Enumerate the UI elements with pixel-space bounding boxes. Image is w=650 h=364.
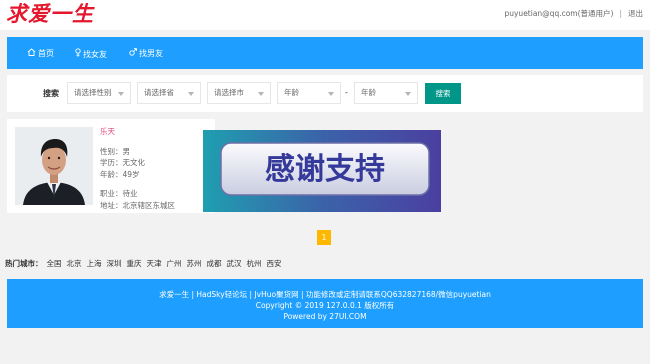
footer-link[interactable]: 求爱一生 [159,290,189,299]
city-link[interactable]: 上海 [87,259,102,268]
footer-powered-by[interactable]: Powered by 27UI.COM [7,312,643,321]
city-link[interactable]: 深圳 [107,259,122,268]
gender-select[interactable]: 请选择性别 [67,82,131,104]
chevron-down-icon [188,92,194,96]
age-to-select[interactable]: 年龄 [354,82,418,104]
city-link[interactable]: 武汉 [227,259,242,268]
footer-link[interactable]: 功能修改或定制请联系QQ632827168/微信puyuetian [306,290,491,299]
hot-cities-label: 热门城市： [5,259,43,268]
city-link[interactable]: 广州 [167,259,182,268]
profile-address: 地址：北京辖区东城区 [100,200,175,210]
user-area: puyuetian@qq.com(普通用户) | 退出 [504,8,643,19]
province-select-placeholder: 请选择省 [144,88,174,97]
gender-select-placeholder: 请选择性别 [74,88,112,97]
user-email[interactable]: puyuetian@qq.com(普通用户) [504,9,613,18]
hot-cities: 热门城市： 全国 北京 上海 深圳 重庆 天津 广州 苏州 成都 武汉 杭州 西安 [5,259,287,269]
banner-text: 感谢支持 [265,152,385,187]
footer: 求爱一生 | HadSky轻论坛 | JvHuo聚货网 | 功能修改或定制请联系… [7,279,643,328]
city-link[interactable]: 西安 [267,259,282,268]
city-link[interactable]: 天津 [147,259,162,268]
city-link[interactable]: 苏州 [187,259,202,268]
nav-find-boyfriend[interactable]: 找男友 [129,48,163,59]
profile-gender: 性别：男 [100,146,130,156]
age-to-placeholder: 年龄 [361,88,376,97]
city-select-placeholder: 请选择市 [214,88,244,97]
footer-links: 求爱一生 | HadSky轻论坛 | JvHuo聚货网 | 功能修改或定制请联系… [159,290,491,299]
male-icon [129,48,137,59]
chevron-down-icon [258,92,264,96]
nav-find-girlfriend-label: 找女友 [83,50,107,59]
page-button-current[interactable]: 1 [317,230,331,245]
logout-link[interactable]: 退出 [628,9,643,18]
profile-spacer [100,138,175,146]
chevron-down-icon [328,92,334,96]
city-link[interactable]: 重庆 [127,259,142,268]
search-label: 搜索 [43,89,59,98]
site-logo[interactable]: 求爱一生 [6,2,94,26]
nav-find-girlfriend[interactable]: 找女友 [75,48,107,60]
city-link[interactable]: 杭州 [247,259,262,268]
top-bar: 求爱一生 puyuetian@qq.com(普通用户) | 退出 [0,0,650,30]
age-range-dash: - [345,88,348,97]
separator: | [619,9,622,18]
age-from-placeholder: 年龄 [284,88,299,97]
city-link[interactable]: 全国 [47,259,62,268]
profile-card: 乐天 性别：男 学历：无文化 年龄：49岁 职业：待业 地址：北京辖区东城区 [7,119,215,213]
profile-photo[interactable] [15,127,93,205]
female-icon [75,48,81,60]
profile-job: 职业：待业 [100,189,138,198]
city-select[interactable]: 请选择市 [207,82,271,104]
thanks-banner[interactable]: 感谢支持 [203,130,441,212]
footer-copyright: Copyright © 2019 127.0.0.1 版权所有 [255,301,395,310]
footer-link[interactable]: JvHuo聚货网 [254,290,298,299]
chevron-down-icon [405,92,411,96]
nav-home[interactable]: 首页 [27,48,54,59]
search-panel: 搜索 请选择性别 请选择省 请选择市 年龄 - 年龄 搜索 [7,75,643,112]
chevron-down-icon [118,92,124,96]
profile-spacer [100,180,175,188]
province-select[interactable]: 请选择省 [137,82,201,104]
nav-home-label: 首页 [38,49,54,58]
nav-find-boyfriend-label: 找男友 [139,49,163,58]
profile-education: 学历：无文化 [100,158,145,167]
age-from-select[interactable]: 年龄 [277,82,341,104]
profile-age: 年龄：49岁 [100,169,140,179]
city-link[interactable]: 北京 [67,259,82,268]
city-link[interactable]: 成都 [207,259,222,268]
home-icon [27,48,36,59]
profile-name[interactable]: 乐天 [100,126,175,138]
main-nav: 首页 找女友 找男友 [7,37,643,69]
profile-info: 乐天 性别：男 学历：无文化 年龄：49岁 职业：待业 地址：北京辖区东城区 [100,126,175,211]
footer-link[interactable]: HadSky轻论坛 [196,290,247,299]
search-button[interactable]: 搜索 [425,83,461,104]
